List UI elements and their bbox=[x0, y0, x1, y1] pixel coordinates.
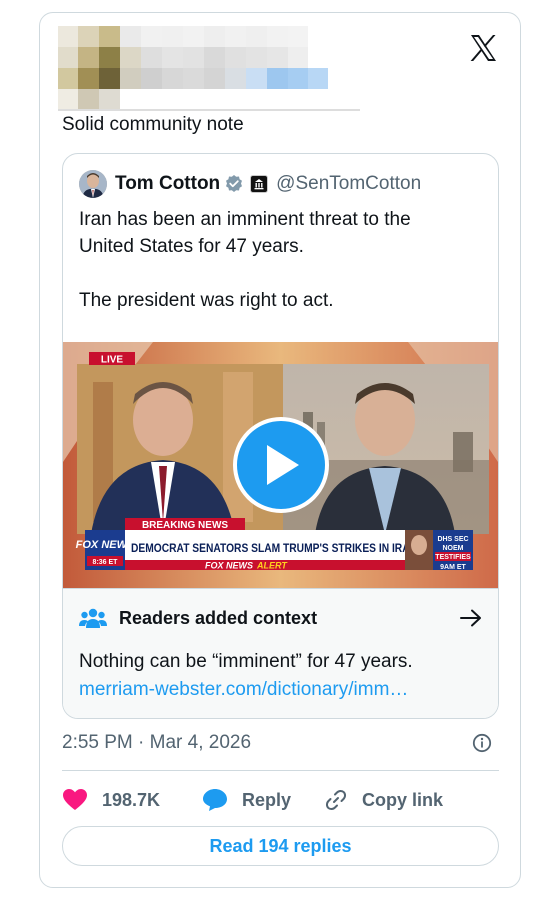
community-note: Readers added context Nothing can be “im… bbox=[63, 588, 498, 718]
read-replies-button[interactable]: Read 194 replies bbox=[62, 826, 499, 866]
post-timestamp[interactable]: 2:55 PM · Mar 4, 2026 bbox=[62, 732, 251, 754]
redacted-author bbox=[58, 26, 328, 110]
quoted-post-text: Iran has been an imminent threat to the … bbox=[79, 206, 479, 314]
video-player[interactable]: BREAKING NEWS FOX NEWS 8:36 ET DEMOCRAT … bbox=[63, 342, 498, 588]
breaking-news-label: BREAKING NEWS bbox=[142, 520, 228, 531]
quoted-post-header: Tom Cotton @SenTomCotton bbox=[79, 170, 489, 198]
post-actions: 198.7K Reply Copy link bbox=[62, 785, 499, 815]
copy-link-label: Copy link bbox=[362, 789, 444, 810]
promo-time: 9AM ET bbox=[440, 564, 466, 571]
community-note-link[interactable]: merriam-webster.com/dictionary/imm… bbox=[79, 679, 408, 701]
author-handle[interactable]: @SenTomCotton bbox=[276, 173, 421, 195]
like-count: 198.7K bbox=[102, 789, 161, 810]
heart-icon bbox=[63, 789, 87, 810]
reply-bubble-icon bbox=[203, 789, 227, 811]
author-name[interactable]: Tom Cotton bbox=[115, 173, 220, 195]
community-note-header[interactable]: Readers added context bbox=[79, 603, 482, 633]
ticker-brand: FOX NEWS bbox=[205, 561, 253, 571]
quoted-post[interactable]: Tom Cotton @SenTomCotton Iran has been a… bbox=[62, 153, 499, 719]
live-badge-label: LIVE bbox=[101, 355, 124, 366]
promo-line: NOEM bbox=[443, 545, 464, 552]
verified-badge-icon bbox=[224, 174, 244, 194]
quoted-post-line: The president was right to act. bbox=[79, 290, 334, 311]
x-logo-icon[interactable] bbox=[468, 33, 498, 63]
divider bbox=[62, 770, 499, 771]
chyron-headline: DEMOCRAT SENATORS SLAM TRUMP'S STRIKES I… bbox=[131, 543, 417, 555]
link-icon bbox=[325, 789, 347, 811]
quoted-post-line: Iran has been an imminent threat to the bbox=[79, 209, 411, 230]
community-note-title: Readers added context bbox=[119, 607, 318, 628]
play-icon bbox=[267, 445, 299, 485]
avatar[interactable] bbox=[79, 170, 107, 198]
network-time: 8:36 ET bbox=[93, 559, 119, 566]
like-button[interactable]: 198.7K bbox=[62, 785, 160, 815]
ticker-alert: ALERT bbox=[256, 561, 288, 571]
reply-label: Reply bbox=[242, 789, 292, 810]
network-logo-text: FOX NEWS bbox=[76, 539, 135, 551]
redaction-underline bbox=[58, 109, 360, 111]
play-button[interactable] bbox=[233, 417, 329, 513]
promo-line: DHS SEC bbox=[437, 536, 468, 543]
community-note-text: Nothing can be “imminent” for 47 years. bbox=[79, 651, 413, 672]
government-affiliation-icon bbox=[250, 175, 269, 193]
embedded-post-card: Solid community note Tom Cotton @SenTomC… bbox=[39, 12, 521, 888]
people-icon bbox=[79, 608, 107, 628]
post-text: Solid community note bbox=[62, 114, 244, 135]
quoted-post-line: United States for 47 years. bbox=[79, 236, 304, 257]
promo-line: TESTIFIES bbox=[435, 554, 471, 561]
info-icon[interactable] bbox=[472, 733, 492, 753]
reply-button[interactable]: Reply bbox=[202, 785, 291, 815]
copy-link-button[interactable]: Copy link bbox=[324, 785, 443, 815]
arrow-right-icon[interactable] bbox=[460, 609, 482, 627]
